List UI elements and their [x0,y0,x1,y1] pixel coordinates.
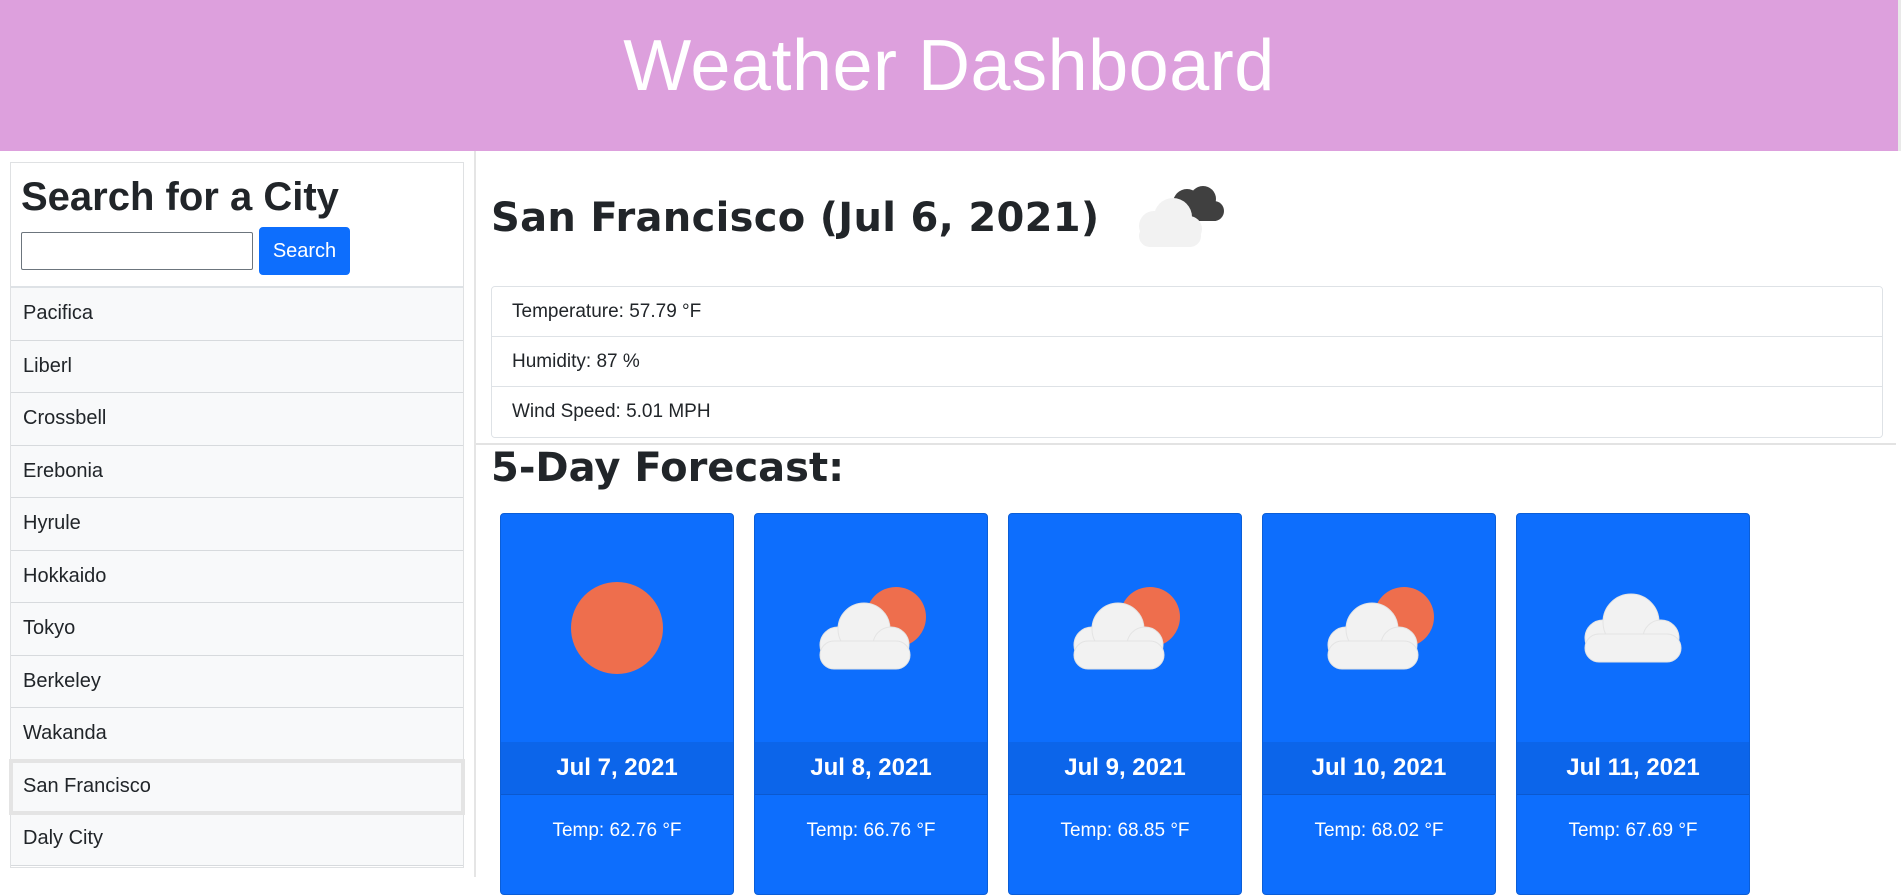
forecast-date: Jul 10, 2021 [1263,742,1495,795]
forecast-date: Jul 9, 2021 [1009,742,1241,795]
forecast-date: Jul 7, 2021 [501,742,733,795]
partly-cloudy-icon [1009,514,1241,742]
sidebar: Search for a City Search Pacifica Liberl… [9,162,465,868]
current-city-title: San Francisco (Jul 6, 2021) [491,194,1100,241]
search-button[interactable]: Search [259,227,350,275]
forecast-temp: Temp: 67.69 °F [1568,820,1698,841]
cloud-icon [1517,514,1749,742]
history-item-liberl[interactable]: Liberl [11,340,463,393]
page-header: Weather Dashboard [0,0,1901,151]
history-item-crossbell[interactable]: Crossbell [11,393,463,446]
forecast-card: Jul 8, 2021 Temp: 66.76 °F [754,513,988,895]
temperature-row: Temperature: 57.79 °F [492,287,1882,337]
search-history-list: Pacifica Liberl Crossbell Erebonia Hyrul… [9,288,465,866]
history-item-erebonia[interactable]: Erebonia [11,445,463,498]
current-weather-details: Temperature: 57.79 °F Humidity: 87 % Win… [491,286,1883,438]
history-item-pacifica[interactable]: Pacifica [11,288,463,341]
forecast-temp: Temp: 66.76 °F [806,820,936,841]
history-item-berkeley[interactable]: Berkeley [11,655,463,708]
history-item-hokkaido[interactable]: Hokkaido [11,550,463,603]
forecast-date: Jul 11, 2021 [1517,742,1749,795]
broken-clouds-icon [1129,181,1225,254]
humidity-row: Humidity: 87 % [492,337,1882,387]
history-item-wakanda[interactable]: Wakanda [11,708,463,761]
partly-cloudy-icon [755,514,987,742]
sun-icon [501,514,733,742]
forecast-card: Jul 10, 2021 Temp: 68.02 °F [1262,513,1496,895]
search-panel: Search for a City Search [11,163,463,288]
page-title: Weather Dashboard [623,25,1275,106]
search-input[interactable] [21,232,253,270]
search-row: Search [21,227,453,275]
forecast-date: Jul 8, 2021 [755,742,987,795]
partly-cloudy-icon [1263,514,1495,742]
forecast-temp: Temp: 62.76 °F [552,820,682,841]
forecast-card: Jul 11, 2021 Temp: 67.69 °F [1516,513,1750,895]
current-weather-header: San Francisco (Jul 6, 2021) [491,181,1225,254]
history-item-daly-city[interactable]: Daly City [11,813,463,866]
history-item-hyrule[interactable]: Hyrule [11,498,463,551]
forecast-title: 5-Day Forecast: [491,445,845,491]
forecast-card: Jul 9, 2021 Temp: 68.85 °F [1008,513,1242,895]
wind-speed-row: Wind Speed: 5.01 MPH [492,387,1882,437]
main-content: San Francisco (Jul 6, 2021) Temperature: [476,151,1901,895]
forecast-card: Jul 7, 2021 Temp: 62.76 °F [500,513,734,895]
forecast-cards: Jul 7, 2021 Temp: 62.76 °F Jul 8, 2021 T… [500,513,1770,895]
forecast-temp: Temp: 68.85 °F [1060,820,1190,841]
history-item-tokyo[interactable]: Tokyo [11,603,463,656]
forecast-temp: Temp: 68.02 °F [1314,820,1444,841]
search-title: Search for a City [21,175,339,219]
history-item-san-francisco[interactable]: San Francisco [9,758,465,815]
